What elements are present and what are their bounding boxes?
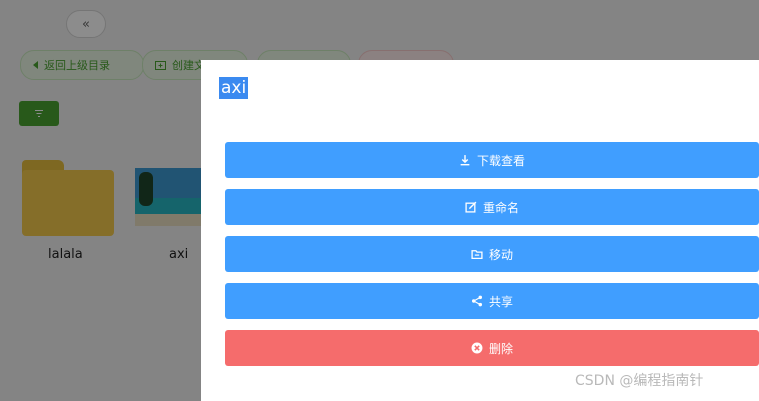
share-button[interactable]: 共享 bbox=[225, 283, 759, 319]
rename-button[interactable]: 重命名 bbox=[225, 189, 759, 225]
delete-label: 删除 bbox=[488, 341, 513, 356]
watermark: CSDN @编程指南针 bbox=[575, 373, 704, 389]
edit-icon bbox=[465, 201, 477, 213]
download-label: 下载查看 bbox=[476, 153, 525, 168]
download-icon bbox=[460, 155, 470, 166]
share-icon bbox=[471, 295, 483, 307]
move-label: 移动 bbox=[488, 247, 513, 262]
download-button[interactable]: 下载查看 bbox=[225, 142, 759, 178]
dialog-title: axi bbox=[219, 77, 249, 99]
file-actions-dialog: axi 下载查看 重命名 移动 共享 删除 bbox=[201, 60, 759, 401]
move-button[interactable]: 移动 bbox=[225, 236, 759, 272]
delete-button[interactable]: 删除 bbox=[225, 330, 759, 366]
rename-label: 重命名 bbox=[482, 200, 519, 215]
close-circle-icon bbox=[471, 342, 483, 354]
share-label: 共享 bbox=[488, 294, 513, 309]
folder-icon bbox=[471, 250, 483, 260]
